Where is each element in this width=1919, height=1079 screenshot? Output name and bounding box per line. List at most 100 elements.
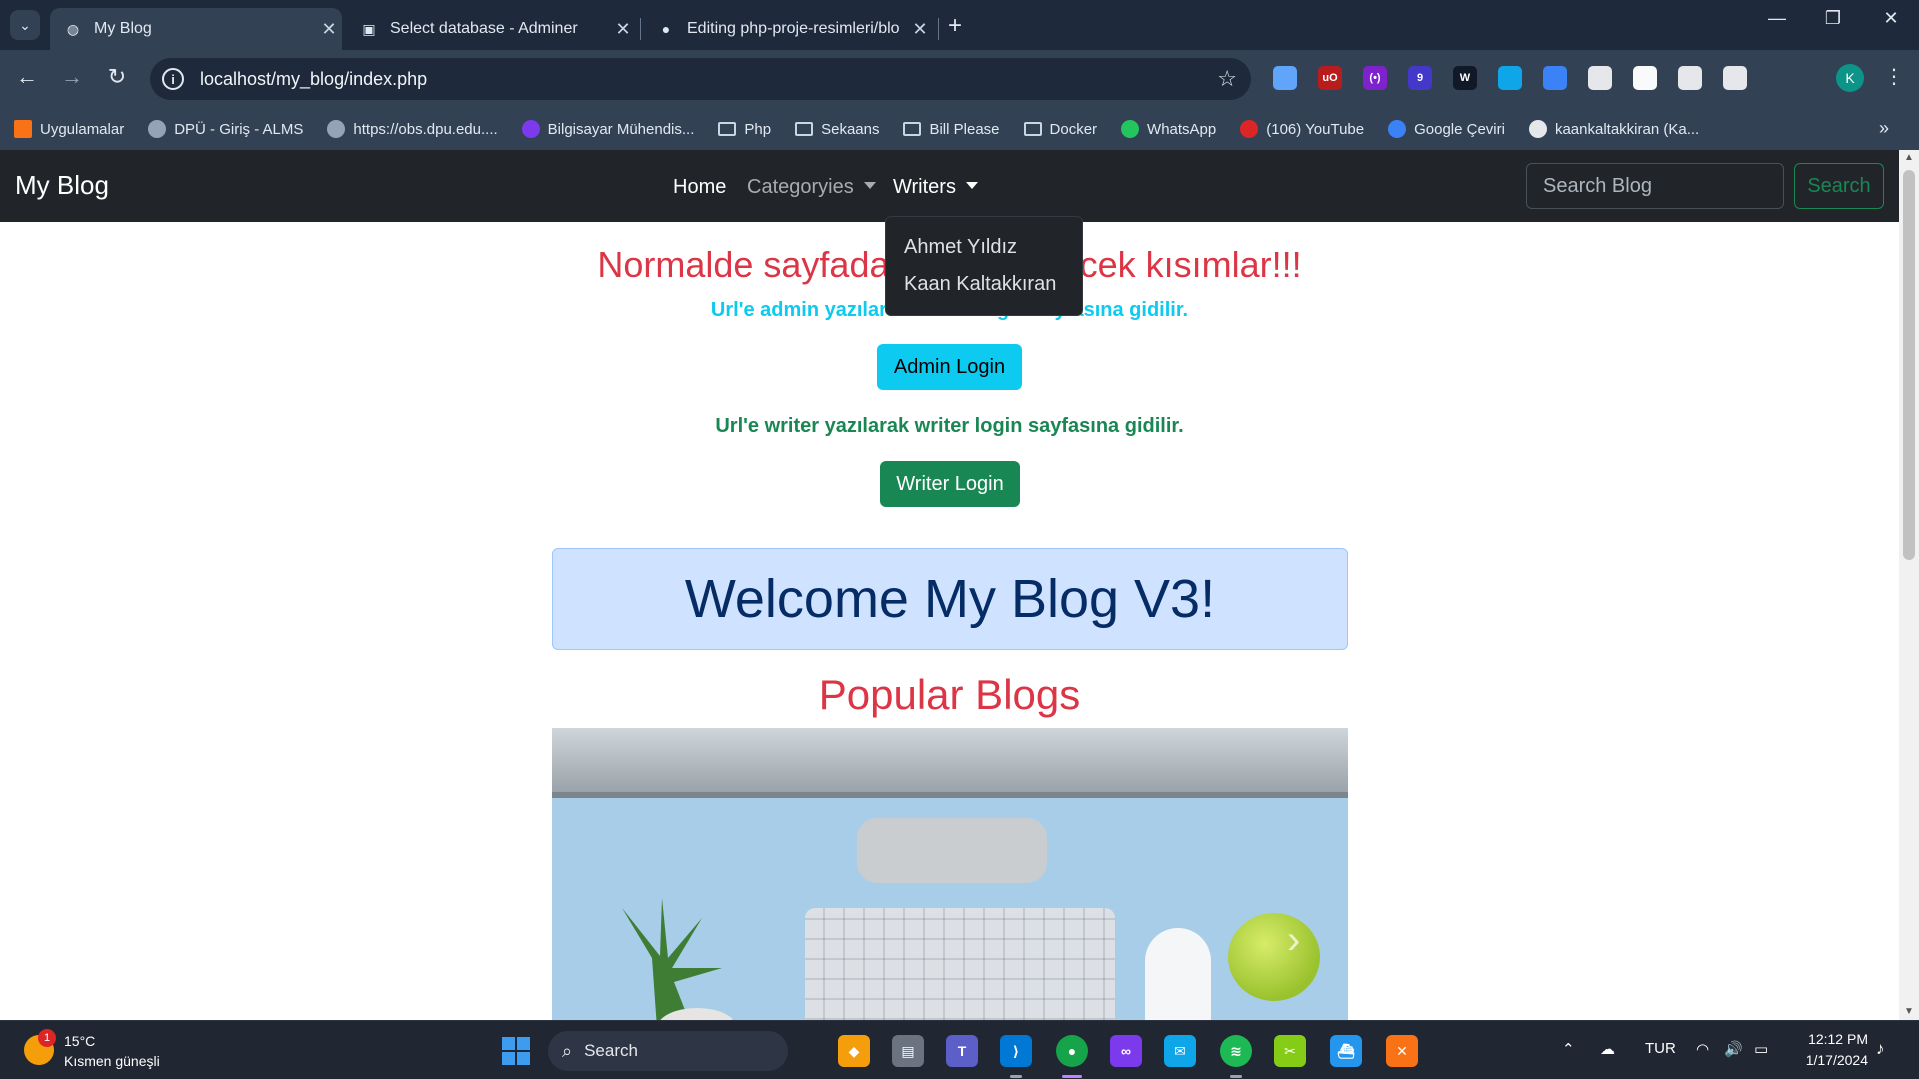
badge-extension-icon[interactable]: 9 [1408,66,1432,90]
bookmark-item[interactable]: DPÜ - Giriş - ALMS [148,120,303,138]
reload-icon[interactable]: ↻ [102,64,132,90]
new-tab-icon[interactable]: + [948,12,962,40]
puzzle-icon[interactable] [1723,66,1747,90]
tray-chevron-icon[interactable]: ⌃ [1562,1040,1575,1058]
copilot-icon[interactable]: ◆ [838,1035,870,1067]
scroll-up-icon[interactable]: ▲ [1899,152,1919,163]
close-icon[interactable]: ✕ [907,19,933,40]
brackets-icon[interactable]: (•) [1363,66,1387,90]
carousel-image[interactable]: › [552,728,1348,1020]
back-icon[interactable]: ← [12,64,42,90]
teams-icon[interactable]: T [946,1035,978,1067]
bookmark-item[interactable]: WhatsApp [1121,120,1216,138]
visual-studio-icon[interactable]: ∞ [1110,1035,1142,1067]
close-icon[interactable]: ✕ [316,19,342,40]
bookmark-item[interactable]: (106) YouTube [1240,120,1364,138]
volume-icon[interactable]: 🔊 [1724,1040,1743,1058]
chrome-icon[interactable]: ● [1056,1035,1088,1067]
clock-date[interactable]: 1/17/2024 [1796,1052,1868,1068]
bookmark-item[interactable]: https://obs.dpu.edu.... [327,120,498,138]
weather-temp[interactable]: 15°C [64,1033,95,1049]
bookmark-star-icon[interactable]: ☆ [1217,66,1237,92]
color-picker-icon[interactable] [1678,66,1702,90]
bookmark-item[interactable]: Php [718,121,771,138]
address-bar[interactable]: i localhost/my_blog/index.php ☆ [150,58,1251,100]
browser-toolbar: ← → ↻ i localhost/my_blog/index.php ☆ K … [0,50,1919,108]
more-bookmarks-icon[interactable]: » [1879,118,1889,139]
writer-item[interactable]: Ahmet Yıldız [886,229,1082,266]
scroll-down-icon[interactable]: ▼ [1899,1006,1919,1017]
bookmark-label: Docker [1049,120,1098,138]
carousel-next-icon[interactable]: › [1287,918,1300,963]
writer-login-button[interactable]: Writer Login [880,461,1020,507]
minimize-icon[interactable]: — [1752,8,1802,29]
wifi-icon[interactable]: ◠ [1696,1040,1709,1058]
writer-item[interactable]: Kaan Kaltakkıran [886,266,1082,303]
page-scrollbar[interactable]: ▲ ▼ [1899,150,1919,1020]
search-input[interactable] [1526,163,1784,209]
bookmark-label: WhatsApp [1147,120,1217,138]
nav-writers[interactable]: Writers [893,176,978,199]
edge-icon[interactable] [1498,66,1522,90]
forward-icon[interactable]: → [57,64,87,90]
xampp-icon[interactable]: ✕ [1386,1035,1418,1067]
site-info-icon[interactable]: i [162,68,184,90]
menu-kebab-icon[interactable]: ⋮ [1884,64,1904,89]
plant-graphic [622,898,732,1020]
dev-tools-icon[interactable] [1273,66,1297,90]
running-indicator [1230,1075,1242,1078]
github-icon [1528,120,1547,138]
taskbar-search[interactable]: ⌕ Search [548,1031,788,1071]
profile-avatar[interactable]: K [1836,64,1864,92]
bookmark-item[interactable]: Uygulamalar [14,120,124,138]
tab-title: Select database - Adminer [390,20,578,37]
keyboard-graphic [805,908,1115,1020]
tab-search-button[interactable]: ⌄ [10,10,40,40]
bookmark-item[interactable]: kaankaltakkiran (Ka... [1528,120,1699,138]
folder-icon [795,122,814,136]
bookmark-item[interactable]: Bill Please [903,121,1000,138]
tab-adminer[interactable]: ▣ Select database - Adminer ✕ [346,8,636,50]
spotify-icon[interactable]: ≋ [1220,1035,1252,1067]
active-indicator [1062,1075,1082,1078]
tab-my-blog[interactable]: ◍ My Blog ✕ [50,8,342,50]
vscode-icon[interactable]: ⟩ [1000,1035,1032,1067]
url-text[interactable]: localhost/my_blog/index.php [200,69,1217,90]
site-brand[interactable]: My Blog [15,170,109,201]
bookmark-item[interactable]: Sekaans [795,121,879,138]
bookmark-item[interactable]: Docker [1023,120,1098,138]
file-explorer-icon[interactable]: ▤ [892,1035,924,1067]
globe-icon [148,120,167,138]
language-indicator[interactable]: TUR [1645,1040,1676,1057]
notification-bell-icon[interactable]: ♪ [1876,1039,1885,1059]
bookmark-label: Sekaans [821,120,880,138]
scrollbar-thumb[interactable] [1903,170,1915,560]
tab-github[interactable]: ● Editing php-proje-resimleri/blo ✕ [643,8,933,50]
battery-icon[interactable]: ▭ [1754,1040,1768,1058]
bookmark-label: (106) YouTube [1266,120,1365,138]
chevron-down-icon: ⌄ [19,16,31,33]
clock-time[interactable]: 12:12 PM [1796,1031,1868,1047]
wappalyzer-icon[interactable]: W [1453,66,1477,90]
docs-icon[interactable] [1543,66,1567,90]
docker-icon[interactable]: ⛴ [1330,1035,1362,1067]
weather-desc[interactable]: Kısmen güneşli [64,1053,160,1069]
search-button[interactable]: Search [1794,163,1884,209]
bookmark-label: Php [744,120,772,138]
bookmark-item[interactable]: Bilgisayar Mühendis... [521,120,694,138]
close-window-icon[interactable]: ✕ [1866,8,1916,29]
folder-icon [1023,122,1042,136]
mail-icon[interactable]: ✉ [1164,1035,1196,1067]
ghostery-icon[interactable] [1588,66,1612,90]
ublock-icon[interactable]: uO [1318,66,1342,90]
snipping-tool-icon[interactable]: ✂ [1274,1035,1306,1067]
onedrive-icon[interactable]: ☁ [1600,1040,1615,1058]
nav-home[interactable]: Home [673,176,726,199]
bookmark-item[interactable]: Google Çeviri [1388,120,1505,138]
nav-categories[interactable]: Categoryies [747,176,876,199]
windows-start-icon[interactable] [502,1037,530,1065]
close-icon[interactable]: ✕ [610,19,636,40]
admin-login-button[interactable]: Admin Login [877,344,1022,390]
record-icon[interactable] [1633,66,1657,90]
restore-icon[interactable]: ❐ [1808,8,1858,29]
